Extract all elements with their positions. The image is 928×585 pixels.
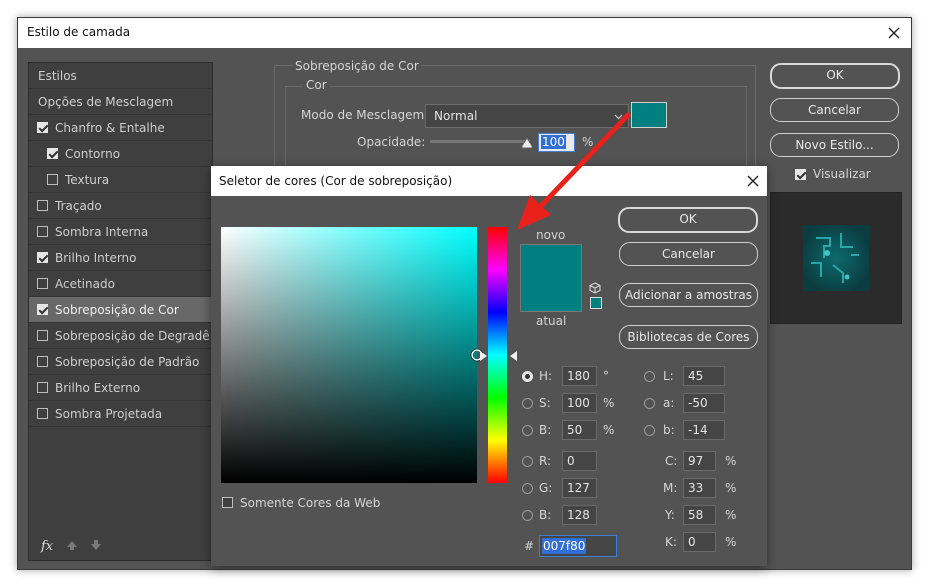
annotation-arrow [517, 112, 631, 230]
